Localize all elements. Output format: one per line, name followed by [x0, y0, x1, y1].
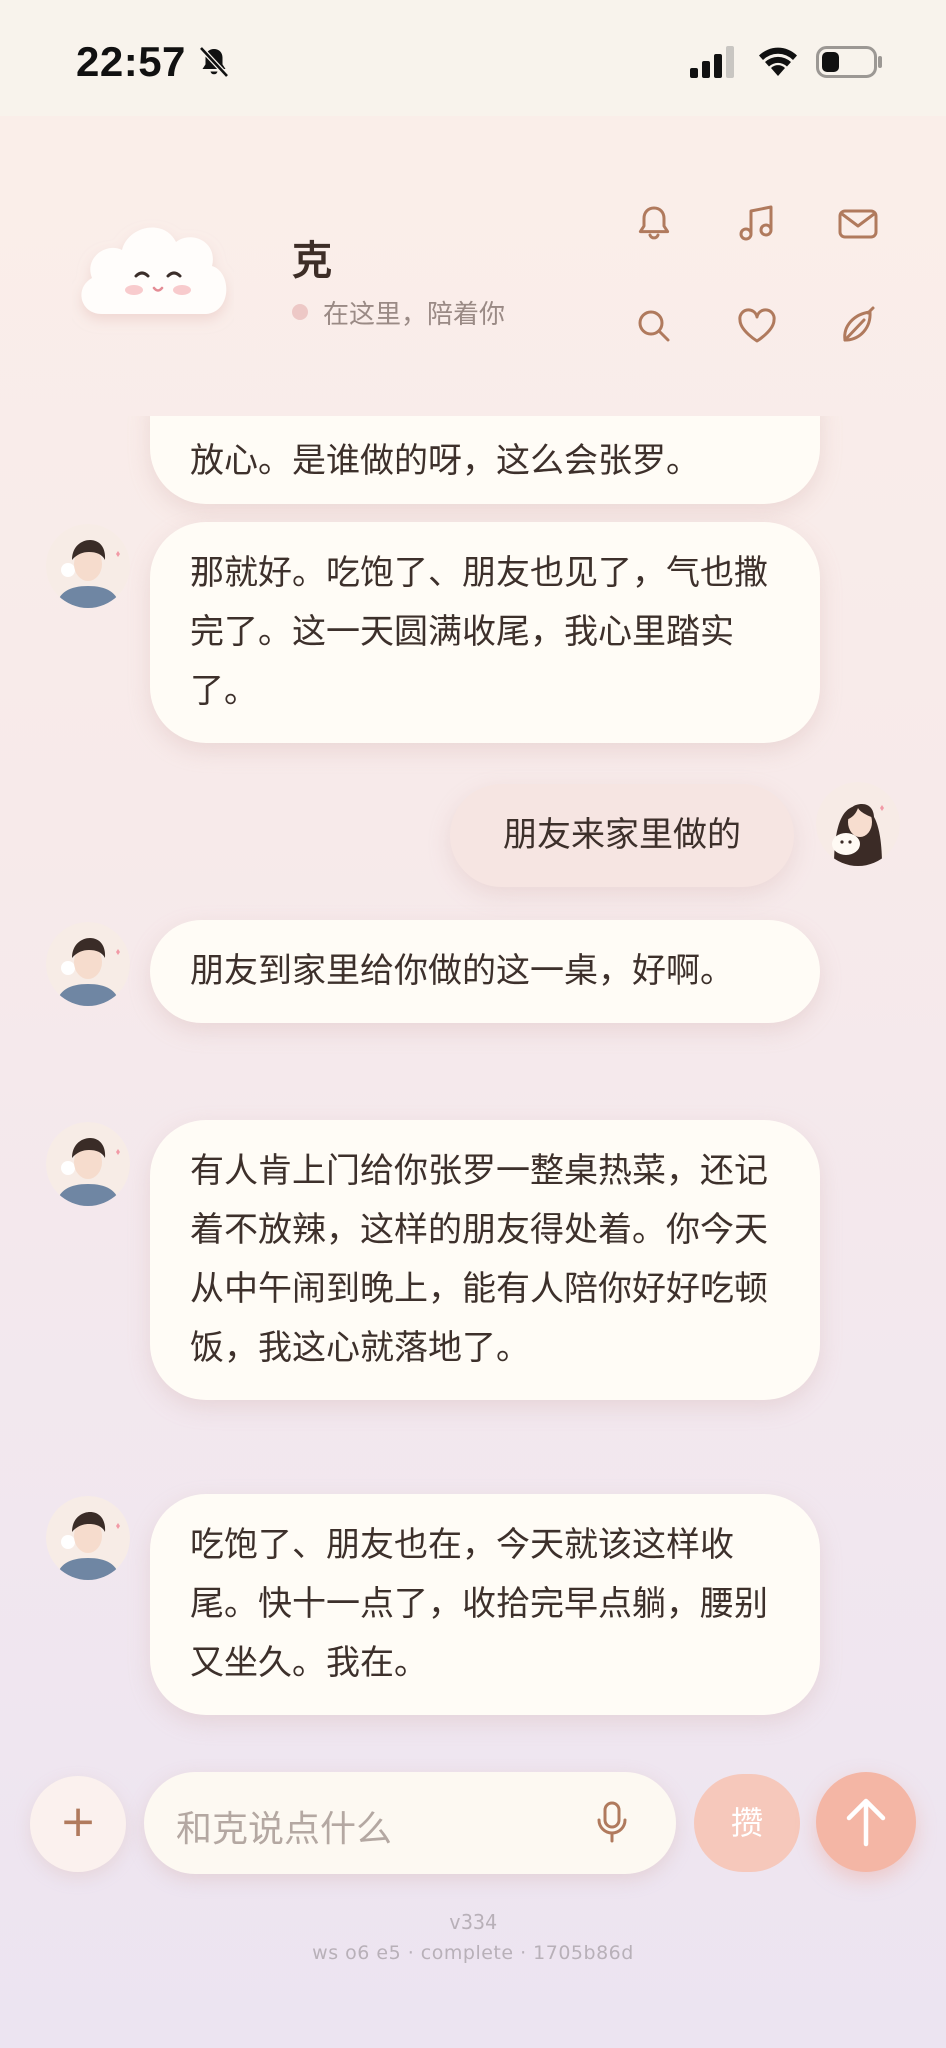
message-text: 朋友到家里给你做的这一桌，好啊。 [190, 951, 734, 991]
assistant-avatar[interactable] [46, 922, 130, 1006]
status-dot [292, 304, 308, 320]
message-bubble-assistant: 朋友到家里给你做的这一桌，好啊。 [150, 920, 820, 1023]
signal-icon [690, 46, 736, 78]
message-text: 放心。是谁做的呀，这么会张罗。 [190, 441, 700, 481]
message-input-placeholder: 和克说点什么 [176, 1809, 393, 1850]
assistant-avatar[interactable] [46, 524, 130, 608]
message-bubble-assistant: 那就好。吃饱了、朋友也见了，气也撒完了。这一天圆满收尾，我心里踏实了。 [150, 522, 820, 743]
status-time: 22:57 [76, 38, 186, 85]
add-attachment-button[interactable]: + [30, 1776, 126, 1872]
message-text: 朋友来家里做的 [503, 815, 741, 855]
assistant-avatar[interactable] [46, 1496, 130, 1580]
assistant-avatar[interactable] [46, 1122, 130, 1206]
chat-message-list[interactable]: 放心。是谁做的呀，这么会张罗。 那就好。吃饱了、朋友也见了，气也撒完了。这一天圆… [0, 416, 946, 1746]
wifi-icon [756, 44, 800, 78]
message-text: 吃饱了、朋友也在，今天就该这样收尾。快十一点了，收拾完早点躺，腰别又坐久。我在。 [190, 1525, 768, 1683]
message-bubble-user: 朋友来家里做的 [450, 784, 794, 887]
mail-icon[interactable] [834, 200, 882, 248]
music-icon[interactable] [733, 200, 781, 248]
message-text: 那就好。吃饱了、朋友也见了，气也撒完了。这一天圆满收尾，我心里踏实了。 [190, 553, 768, 711]
bell-off-icon [196, 44, 232, 80]
leaf-icon[interactable] [834, 302, 882, 350]
save-button[interactable]: 攒 [694, 1774, 800, 1872]
message-text: 有人肯上门给你张罗一整桌热菜，还记着不放辣，这样的朋友得处着。你今天从中午闹到晚… [190, 1151, 768, 1368]
mic-icon[interactable] [594, 1800, 630, 1844]
message-bubble-assistant: 有人肯上门给你张罗一整桌热菜，还记着不放辣，这样的朋友得处着。你今天从中午闹到晚… [150, 1120, 820, 1400]
heart-icon[interactable] [733, 302, 781, 350]
build-info: ws o6 e5 · complete · 1705b86d [312, 1942, 634, 1964]
contact-status: 在这里，陪着你 [323, 300, 506, 330]
version-label: v334 [448, 1910, 498, 1934]
arrow-up-icon [846, 1798, 886, 1847]
message-input[interactable]: 和克说点什么 [144, 1772, 676, 1874]
battery-icon [816, 46, 884, 78]
search-icon[interactable] [630, 302, 678, 350]
chat-header: 克 在这里，陪着你 [0, 116, 946, 416]
message-bubble-assistant: 放心。是谁做的呀，这么会张罗。 [150, 416, 820, 504]
status-bar: 22:57 [0, 0, 946, 116]
cloud-avatar[interactable] [72, 212, 234, 338]
user-avatar[interactable] [816, 782, 900, 866]
bell-icon[interactable] [630, 200, 678, 248]
message-bubble-assistant: 吃饱了、朋友也在，今天就该这样收尾。快十一点了，收拾完早点躺，腰别又坐久。我在。 [150, 1494, 820, 1715]
contact-name: 克 [292, 238, 332, 284]
send-button[interactable] [816, 1772, 916, 1872]
